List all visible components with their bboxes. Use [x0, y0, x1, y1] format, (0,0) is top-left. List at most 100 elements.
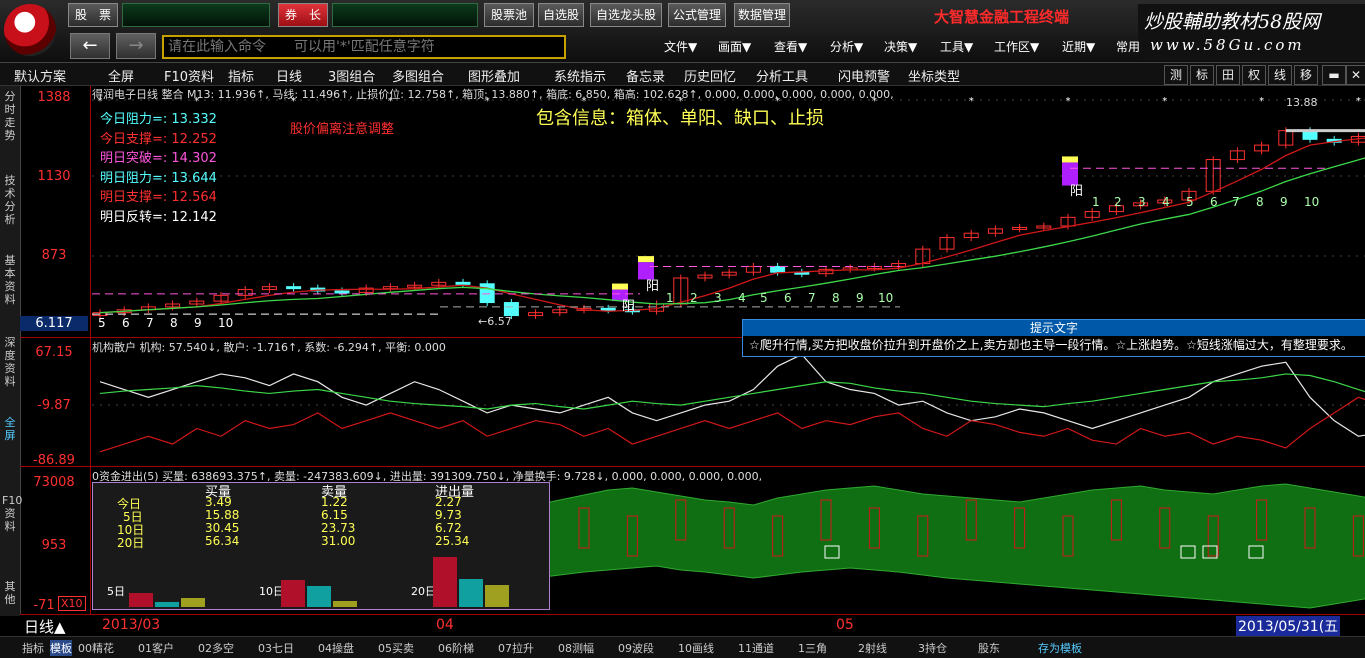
fund-flow-bar	[181, 598, 205, 607]
count-label: 2	[690, 291, 698, 305]
candle-body	[503, 302, 519, 317]
yang-label-3: 阳	[1070, 184, 1084, 199]
count-label: 3	[1138, 195, 1146, 209]
date-label-may: 05	[836, 617, 854, 633]
count-label: 7	[146, 316, 154, 330]
bottom-tab[interactable]: 模板	[50, 640, 72, 656]
count-label: 10	[878, 291, 894, 305]
bottom-tab[interactable]: 07拉升	[498, 640, 534, 656]
candle-body	[455, 281, 471, 285]
count-label: 9	[856, 291, 864, 305]
info-line: 今日支撑=: 12.252	[100, 131, 217, 147]
count-label: 6	[1210, 195, 1218, 209]
count-label: 10	[1304, 195, 1320, 209]
tip-title: 提示文字	[743, 320, 1365, 336]
moving-average-line	[99, 157, 1365, 314]
table-cell: 1.22	[321, 495, 348, 509]
fund-flow-bar	[433, 557, 457, 607]
star-mark: *	[1259, 96, 1264, 107]
candle-body	[334, 290, 350, 294]
fund-flow-bar	[281, 580, 305, 607]
star-mark: *	[1162, 96, 1167, 107]
panel3-y-top: 73008	[33, 475, 75, 490]
count-label: 5	[1186, 195, 1194, 209]
count-label: 8	[832, 291, 840, 305]
candle-body	[600, 307, 616, 311]
candle-body	[286, 286, 302, 290]
tip-box[interactable]: 提示文字 ☆爬升行情,买方把收盘价拉升到开盘价之上,卖方却也主导一段行情。☆上涨…	[742, 319, 1365, 357]
bottom-tab[interactable]: 04操盘	[318, 640, 354, 656]
count-label: 6	[122, 316, 130, 330]
info-line: 明日支撑=: 12.564	[100, 190, 217, 205]
table-cell: 6.15	[321, 508, 348, 522]
count-label: 5	[98, 316, 106, 330]
panel2-line	[99, 373, 1365, 410]
scale-badge[interactable]: X10	[58, 596, 86, 611]
count-label: 5	[760, 291, 768, 305]
count-label: 7	[808, 291, 816, 305]
table-cell: 56.34	[205, 534, 240, 548]
table-cell: 3.49	[205, 495, 232, 509]
bottom-tab[interactable]: 01客户	[138, 640, 174, 656]
table-cell: 6.72	[435, 521, 462, 535]
count-label: 1	[1092, 195, 1100, 209]
y-label-1130: 1130	[37, 169, 71, 184]
bottom-tab[interactable]: 00精花	[78, 640, 114, 656]
yang-label-1: 阳	[622, 299, 636, 314]
deviation-warning: 股价偏离注意调整	[290, 122, 395, 137]
bottom-tab[interactable]: 存为模板	[1038, 640, 1082, 656]
fund-flow-bar	[485, 585, 509, 607]
info-line: 今日阻力=: 13.332	[100, 112, 217, 127]
count-label: 1	[666, 291, 674, 305]
date-label-apr: 04	[436, 617, 454, 633]
info-line: 明日阻力=: 13.644	[100, 170, 217, 186]
bottom-tab[interactable]: 05买卖	[378, 640, 414, 656]
bottom-tab[interactable]: 1三角	[798, 640, 827, 656]
count-label: 8	[1256, 195, 1264, 209]
panel2-y-bottom: -86.89	[33, 453, 75, 468]
table-cell: 15.88	[205, 508, 240, 522]
count-label: 3	[714, 291, 722, 305]
panel-divider-2[interactable]	[20, 466, 1365, 467]
count-label: 8	[170, 316, 178, 330]
fund-flow-bar	[129, 593, 153, 607]
bottom-tab[interactable]: 指标	[22, 640, 44, 656]
count-label: 6	[784, 291, 792, 305]
bottom-tab[interactable]: 06阶梯	[438, 640, 474, 656]
price-panel-header: 得润电子日线 整合 M13: 11.936↑, 马线: 11.496↑, 止损价…	[92, 88, 894, 101]
period-indicator[interactable]: 日线▲	[24, 616, 66, 637]
table-cell: 31.00	[321, 534, 356, 548]
y-axis-line	[90, 86, 91, 614]
count-label: 9	[194, 316, 202, 330]
bottom-tab[interactable]: 11通道	[738, 640, 774, 656]
bottom-tab[interactable]: 3持仓	[918, 640, 947, 656]
panel2-y-mid: -9.87	[37, 398, 71, 413]
fund-flow-bar	[333, 601, 357, 607]
panel2-y-top: 67.15	[35, 345, 73, 360]
template-tab-bar: 指标 模板 00精花 01客户 02多空 03七日 04操盘 05买卖 06阶梯 07拉升 08测幅…	[0, 636, 1365, 658]
count-label: 7	[1232, 195, 1240, 209]
candle-body	[479, 283, 495, 304]
bar-group-label: 5日	[107, 585, 125, 598]
fund-flow-bar	[459, 579, 483, 607]
bottom-tab[interactable]: 08测幅	[558, 640, 594, 656]
date-label-mar: 2013/03	[102, 617, 161, 633]
bottom-tab[interactable]: 09波段	[618, 640, 654, 656]
current-price-label: 6.117	[20, 316, 88, 331]
table-cell: 9.73	[435, 508, 462, 522]
bottom-tab[interactable]: 02多空	[198, 640, 234, 656]
bottom-tab[interactable]: 03七日	[258, 640, 294, 656]
fund-flow-box: 买量 卖量 进出量 今日 3.49 1.22 2.27 5日 15.88 6.15 9.73 10日 3…	[92, 482, 550, 610]
table-cell: 25.34	[435, 534, 470, 548]
bottom-tab[interactable]: 2射线	[858, 640, 887, 656]
yang-cap	[1062, 156, 1078, 163]
info-line: 明日反转=: 12.142	[100, 209, 217, 225]
info-line: 明日突破=: 14.302	[100, 151, 217, 166]
bottom-tab[interactable]: 10画线	[678, 640, 714, 656]
moving-average-line	[99, 137, 1365, 314]
fund-flow-bar	[155, 602, 179, 607]
table-cell: 30.45	[205, 521, 240, 535]
table-cell: 2.27	[435, 495, 462, 509]
panel3-y-mid: 953	[41, 538, 67, 553]
bottom-tab[interactable]: 股东	[978, 640, 1000, 656]
